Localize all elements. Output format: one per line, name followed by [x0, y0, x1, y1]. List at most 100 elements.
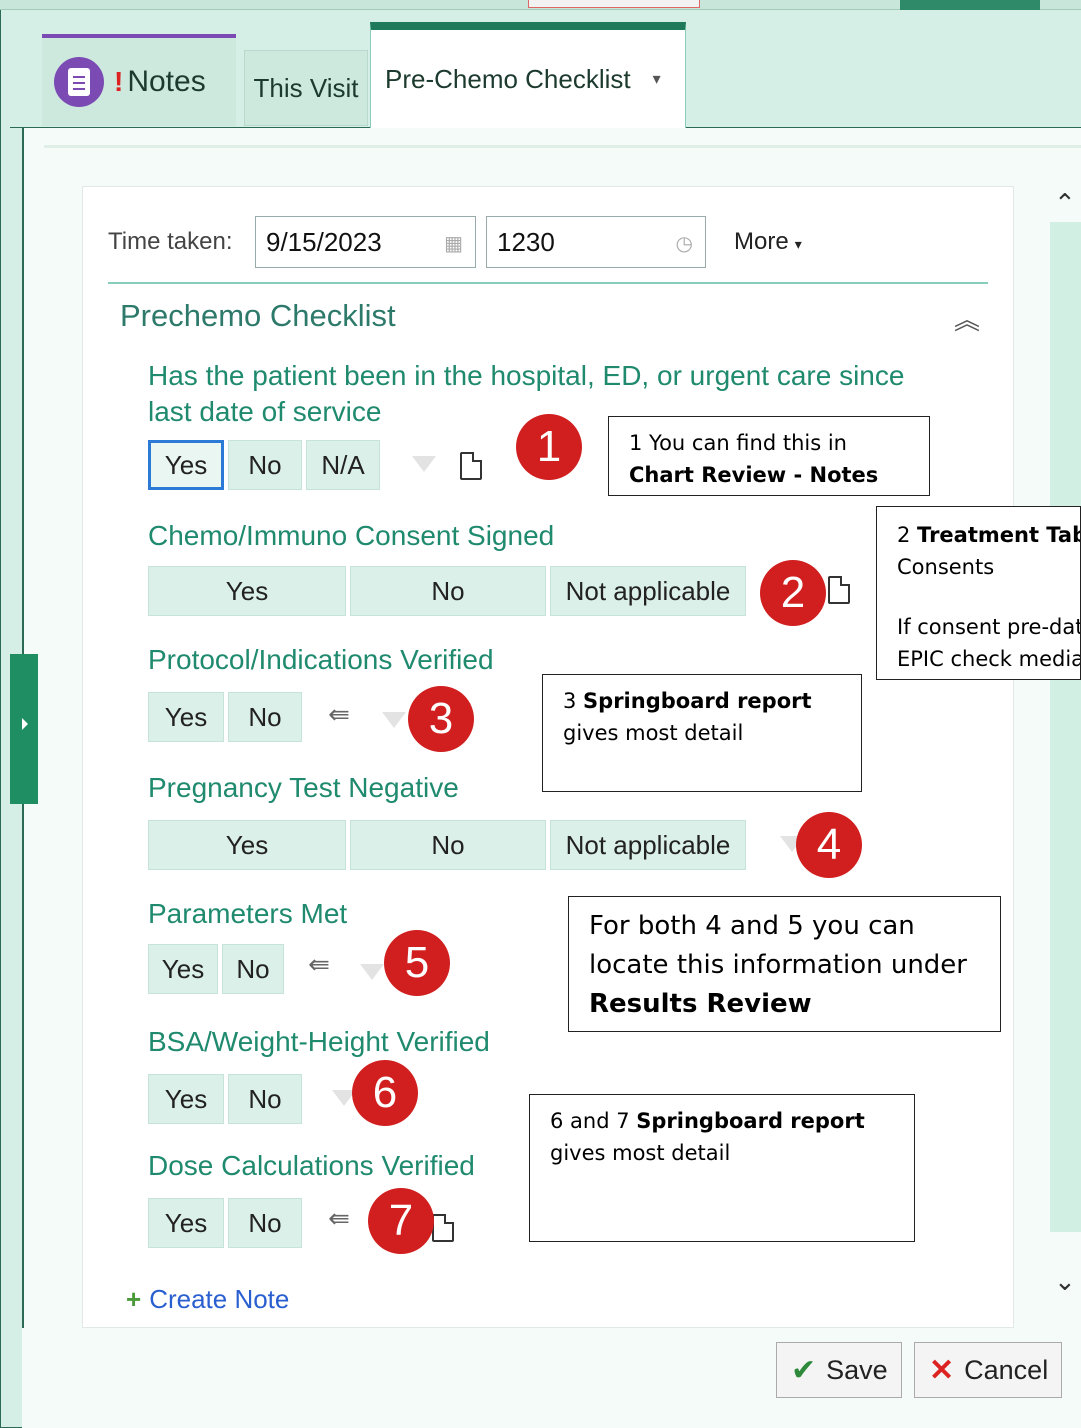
- save-label: Save: [826, 1354, 888, 1385]
- q1-yes-button[interactable]: Yes: [148, 440, 224, 490]
- q7-no-button[interactable]: No: [228, 1198, 302, 1248]
- comment-icon[interactable]: [432, 1214, 454, 1242]
- time-field[interactable]: 1230 ◷: [486, 216, 706, 268]
- note-text-bold: Results Review: [589, 989, 812, 1019]
- q2-not-applicable-button[interactable]: Not applicable: [550, 566, 746, 616]
- note-text: 2: [897, 523, 918, 547]
- note-text-bold: Springboard report: [583, 689, 812, 713]
- q4-yes-button[interactable]: Yes: [148, 820, 346, 870]
- close-icon: ✕: [929, 1353, 955, 1387]
- q2-yes-button[interactable]: Yes: [148, 566, 346, 616]
- note-text: If consent pre-dat: [897, 615, 1081, 639]
- note-text: gives most detail: [563, 721, 744, 745]
- q2-no-button[interactable]: No: [350, 566, 546, 616]
- create-note-label: Create Note: [149, 1284, 290, 1314]
- tab-pre-chemo-checklist[interactable]: Pre-Chemo Checklist ▾: [370, 22, 686, 128]
- note-text: 6 and 7: [550, 1109, 637, 1133]
- divider: [108, 282, 988, 284]
- callout-badge-6: 6: [352, 1060, 418, 1126]
- question-consent-signed: Chemo/Immuno Consent Signed: [148, 520, 555, 551]
- sidebar-expand-handle[interactable]: [10, 654, 38, 804]
- tab-pre-chemo-label: Pre-Chemo Checklist: [385, 63, 631, 94]
- time-taken-label: Time taken:: [108, 228, 233, 255]
- filter-icon: [360, 964, 384, 980]
- note-text-bold: Springboard report: [636, 1109, 865, 1133]
- comment-icon[interactable]: [828, 576, 850, 604]
- callout-note-1: 1 You can find this in Chart Review - No…: [608, 416, 930, 496]
- q3-yes-button[interactable]: Yes: [148, 692, 224, 742]
- q1-no-button[interactable]: No: [228, 440, 302, 490]
- callout-note-6-7: 6 and 7 Springboard report gives most de…: [529, 1094, 915, 1242]
- tab-notes-label: Notes: [127, 65, 206, 98]
- top-strip: [0, 0, 1081, 10]
- section-title: Prechemo Checklist: [120, 298, 396, 333]
- more-button[interactable]: More ▾: [734, 228, 802, 256]
- scroll-up-icon[interactable]: ⌃: [1054, 188, 1076, 219]
- scroll-down-icon[interactable]: ⌄: [1054, 1266, 1076, 1297]
- calendar-icon[interactable]: ▦: [444, 231, 463, 256]
- note-text: gives most detail: [550, 1141, 731, 1165]
- q6-yes-button[interactable]: Yes: [148, 1074, 224, 1124]
- top-strip-segment: [528, 0, 700, 8]
- note-text: 1 You can find this in: [629, 431, 847, 455]
- divider: [44, 145, 1081, 148]
- callout-badge-2: 2: [760, 560, 826, 626]
- q4-no-button[interactable]: No: [350, 820, 546, 870]
- callout-note-4-5: For both 4 and 5 you can locate this inf…: [568, 896, 1001, 1032]
- callout-badge-4: 4: [796, 812, 862, 878]
- question-protocol-verified: Protocol/Indications Verified: [148, 644, 494, 675]
- q5-no-button[interactable]: No: [222, 944, 284, 994]
- chevron-down-icon: ▾: [794, 236, 802, 252]
- q1-na-button[interactable]: N/A: [306, 440, 380, 490]
- add-note-icon: +: [126, 1284, 142, 1314]
- time-value: 1230: [497, 226, 555, 257]
- q7-yes-button[interactable]: Yes: [148, 1198, 224, 1248]
- q3-no-button[interactable]: No: [228, 692, 302, 742]
- save-button[interactable]: ✔ Save: [776, 1342, 902, 1398]
- chevron-right-icon: [22, 718, 28, 730]
- question-dose-verified: Dose Calculations Verified: [148, 1150, 475, 1181]
- note-text: For both 4 and 5 you can: [589, 911, 915, 941]
- create-note-link[interactable]: + Create Note: [126, 1284, 289, 1315]
- details-list-icon[interactable]: ⇚: [328, 700, 350, 730]
- tab-this-visit[interactable]: This Visit: [244, 50, 368, 126]
- scrollbar[interactable]: [1050, 222, 1081, 1232]
- question-pregnancy-test: Pregnancy Test Negative: [148, 772, 459, 803]
- checkmark-icon: ✔: [791, 1353, 817, 1387]
- note-text-bold: Chart Review - Notes: [629, 463, 879, 487]
- alert-icon: !: [114, 66, 124, 97]
- note-text: 3: [563, 689, 584, 713]
- tab-notes[interactable]: ! Notes: [42, 34, 236, 126]
- note-text: EPIC check media: [897, 647, 1081, 671]
- comment-icon[interactable]: [460, 452, 482, 480]
- callout-badge-7: 7: [368, 1188, 434, 1254]
- cancel-button[interactable]: ✕ Cancel: [914, 1342, 1062, 1398]
- note-text: Consents: [897, 555, 995, 579]
- more-label: More: [734, 228, 789, 255]
- details-list-icon[interactable]: ⇚: [328, 1204, 350, 1234]
- callout-badge-1: 1: [516, 414, 582, 480]
- note-text-bold: Treatment Tab-: [917, 523, 1081, 547]
- date-field[interactable]: 9/15/2023 ▦: [255, 216, 476, 268]
- clock-icon[interactable]: ◷: [676, 231, 693, 256]
- callout-badge-5: 5: [384, 930, 450, 996]
- callout-note-3: 3 Springboard report gives most detail: [542, 674, 862, 792]
- collapse-icon[interactable]: ︽: [954, 300, 980, 337]
- filter-icon: [382, 712, 406, 728]
- q4-not-applicable-button[interactable]: Not applicable: [550, 820, 746, 870]
- chevron-down-icon[interactable]: ▾: [653, 69, 661, 89]
- callout-badge-3: 3: [408, 686, 474, 752]
- note-text: locate this information under: [589, 950, 967, 980]
- details-list-icon[interactable]: ⇚: [308, 950, 330, 980]
- q6-no-button[interactable]: No: [228, 1074, 302, 1124]
- notes-icon: [54, 57, 104, 107]
- callout-note-2: 2 Treatment Tab- Consents If consent pre…: [876, 506, 1081, 680]
- date-value: 9/15/2023: [266, 226, 382, 257]
- question-bsa-verified: BSA/Weight-Height Verified: [148, 1026, 490, 1057]
- question-label-line1: Has the patient been in the hospital, ED…: [148, 360, 905, 391]
- cancel-label: Cancel: [964, 1354, 1049, 1385]
- q5-yes-button[interactable]: Yes: [148, 944, 218, 994]
- top-strip-accent: [900, 0, 1040, 10]
- filter-icon: [412, 456, 436, 472]
- question-parameters-met: Parameters Met: [148, 898, 348, 929]
